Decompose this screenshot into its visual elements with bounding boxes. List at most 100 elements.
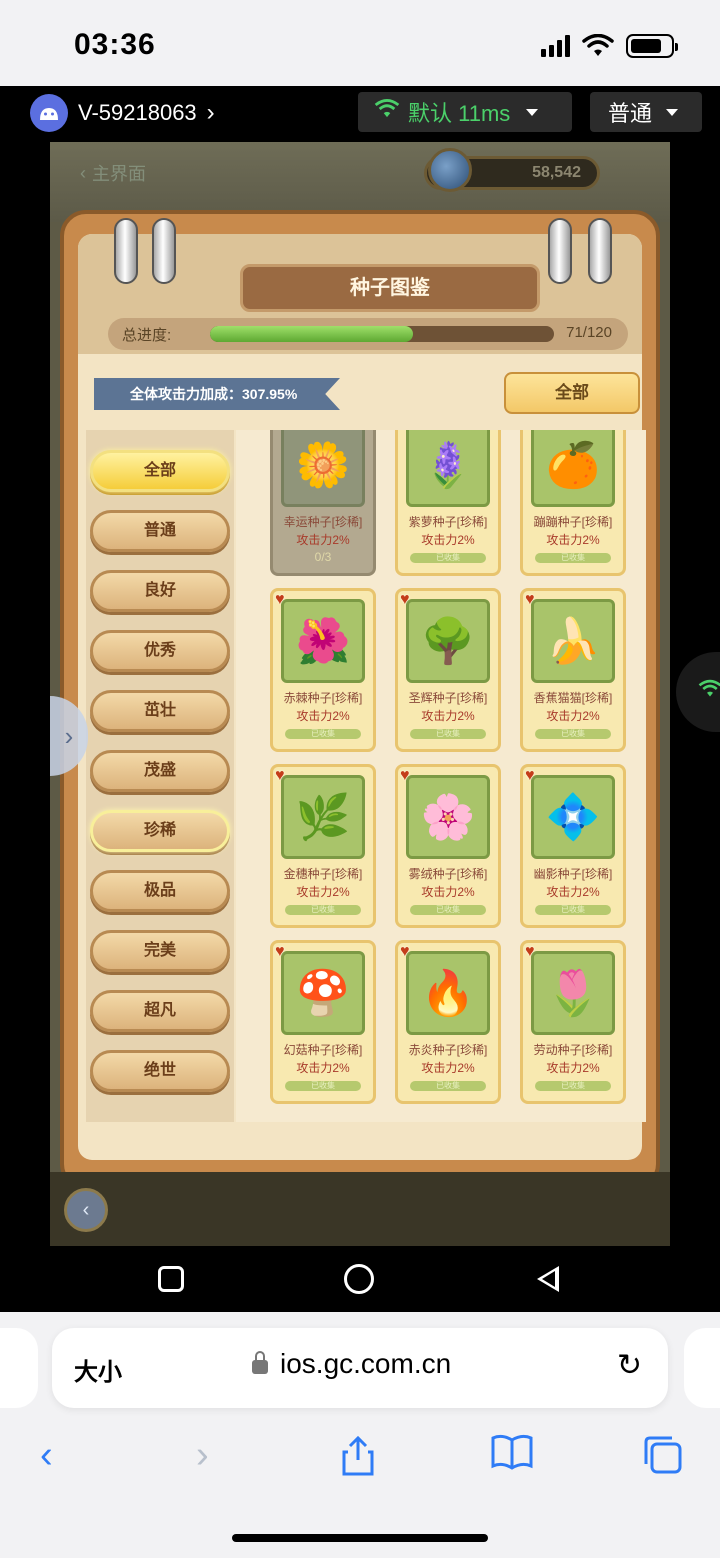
bookmarks-icon[interactable] xyxy=(490,1434,534,1480)
category-button[interactable]: 优秀 xyxy=(90,630,230,672)
category-button[interactable]: 茁壮 xyxy=(90,690,230,732)
seed-card[interactable]: 🌳 ♥ 圣辉种子[珍稀] 攻击力2% 已收集 xyxy=(395,588,501,752)
category-button[interactable]: 完美 xyxy=(90,930,230,972)
dropdown-caret-icon xyxy=(526,108,539,116)
quality-selector[interactable]: 普通 xyxy=(590,92,702,132)
progress-label: 总进度: xyxy=(122,327,172,344)
panel-header: 种子图鉴 总进度: 71/120 xyxy=(78,218,642,354)
floating-network-icon[interactable] xyxy=(676,652,720,732)
category-button[interactable]: 极品 xyxy=(90,870,230,912)
seed-status-tag: 已收集 xyxy=(535,729,611,739)
seed-card[interactable]: 🌿 ♥ 金穗种子[珍稀] 攻击力2% 已收集 xyxy=(270,764,376,928)
recents-button[interactable] xyxy=(158,1266,184,1292)
next-tab-preview[interactable] xyxy=(684,1328,720,1408)
back-arrow-icon[interactable]: ‹ xyxy=(40,1434,53,1477)
seed-name: 蹦蹦种子[珍稀] xyxy=(533,515,613,529)
seed-name: 圣辉种子[珍稀] xyxy=(408,691,488,705)
safari-toolbar: ‹ › xyxy=(0,1428,720,1488)
seed-grid[interactable]: 🌼幸运种子[珍稀]攻击力2%0/3🪻♥紫萝种子[珍稀]攻击力2%已收集🍊♥蹦蹦种… xyxy=(236,430,646,1122)
seed-name: 金穗种子[珍稀] xyxy=(283,867,363,881)
heart-icon: ♥ xyxy=(400,430,420,433)
safari-bottom-bar: 大小 ios.gc.com.cn ↻ ‹ › xyxy=(0,1312,720,1558)
address-bar[interactable]: 大小 ios.gc.com.cn ↻ xyxy=(52,1328,668,1408)
heart-icon: ♥ xyxy=(525,591,535,608)
seed-catalog-panel: 种子图鉴 总进度: 71/120 全体攻击力加成：307.95% 全部 全部普通… xyxy=(60,210,660,1246)
seed-stat: 攻击力2% xyxy=(546,709,600,723)
seed-card[interactable]: 🍊♥ 蹦蹦种子[珍稀] 攻击力2% 已收集 xyxy=(520,430,626,576)
heart-icon: ♥ xyxy=(525,943,535,960)
filter-all-button[interactable]: 全部 xyxy=(504,372,640,414)
seed-card[interactable]: 🌺 ♥ 赤棘种子[珍稀] 攻击力2% 已收集 xyxy=(270,588,376,752)
back-button[interactable] xyxy=(537,1266,559,1292)
seed-card[interactable]: 🌸 ♥ 雾绒种子[珍稀] 攻击力2% 已收集 xyxy=(395,764,501,928)
category-button[interactable]: 珍稀 xyxy=(90,810,230,852)
seed-stat: 攻击力2% xyxy=(421,1061,475,1075)
seed-card[interactable]: 🍌 ♥ 香蕉猫猫[珍稀] 攻击力2% 已收集 xyxy=(520,588,626,752)
seed-art: 🌼 xyxy=(281,430,365,507)
back-to-main-link[interactable]: ‹ 主界面 xyxy=(80,160,146,186)
seed-stat: 攻击力2% xyxy=(546,885,600,899)
seed-stat: 攻击力2% xyxy=(421,709,475,723)
binder-ring-icon xyxy=(588,218,612,284)
seed-card[interactable]: 🌼 幸运种子[珍稀] 攻击力2% 0/3 xyxy=(270,430,376,576)
reload-icon[interactable]: ↻ xyxy=(617,1348,642,1383)
panel-title: 种子图鉴 xyxy=(240,264,540,312)
cloud-phone-bar: V-59218063 › 默认 11ms 普通 xyxy=(0,86,720,142)
seed-status-tag: 已收集 xyxy=(410,729,486,739)
seed-art: 🌺 xyxy=(281,599,365,683)
seed-art: 🌸 xyxy=(406,775,490,859)
device-selector[interactable]: V-59218063 › xyxy=(30,94,215,132)
forward-arrow-icon[interactable]: › xyxy=(196,1434,209,1477)
status-time: 03:36 xyxy=(74,28,156,61)
game-bottom-bar: ‹ xyxy=(50,1172,670,1246)
text-size-button[interactable]: 大小 xyxy=(74,1352,122,1387)
seed-stat: 攻击力2% xyxy=(546,533,600,547)
seed-status-tag: 已收集 xyxy=(285,905,361,915)
status-icons xyxy=(541,34,678,58)
attack-bonus-banner: 全体攻击力加成：307.95% xyxy=(94,378,340,410)
category-button[interactable]: 普通 xyxy=(90,510,230,552)
category-button[interactable]: 绝世 xyxy=(90,1050,230,1092)
seed-name: 赤棘种子[珍稀] xyxy=(283,691,363,705)
seed-stat: 攻击力2% xyxy=(421,533,475,547)
seed-card[interactable]: 💠 ♥ 幽影种子[珍稀] 攻击力2% 已收集 xyxy=(520,764,626,928)
heart-icon: ♥ xyxy=(525,430,545,433)
heart-icon: ♥ xyxy=(400,591,410,608)
heart-icon: ♥ xyxy=(525,767,535,784)
seed-stat: 攻击力2% xyxy=(296,1061,350,1075)
progress-fill xyxy=(210,326,413,342)
binder-ring-icon xyxy=(114,218,138,284)
heart-icon: ♥ xyxy=(275,591,285,608)
compass-icon[interactable]: ‹ xyxy=(64,1188,108,1232)
seed-card[interactable]: 🌷 ♥ 劳动种子[珍稀] 攻击力2% 已收集 xyxy=(520,940,626,1104)
binder-ring-icon xyxy=(152,218,176,284)
network-selector[interactable]: 默认 11ms xyxy=(358,92,572,132)
seed-card[interactable]: 🍄 ♥ 幻菇种子[珍稀] 攻击力2% 已收集 xyxy=(270,940,376,1104)
seed-status-tag: 已收集 xyxy=(285,1081,361,1091)
progress-track xyxy=(210,326,554,342)
url-display[interactable]: ios.gc.com.cn xyxy=(252,1348,451,1380)
seed-status-tag: 已收集 xyxy=(410,905,486,915)
seed-art: 🍊 xyxy=(531,430,615,507)
seed-status-tag: 已收集 xyxy=(285,729,361,739)
category-button[interactable]: 茂盛 xyxy=(90,750,230,792)
seed-card[interactable]: 🔥 ♥ 赤炎种子[珍稀] 攻击力2% 已收集 xyxy=(395,940,501,1104)
share-icon[interactable] xyxy=(340,1434,376,1486)
seed-card[interactable]: 🪻♥ 紫萝种子[珍稀] 攻击力2% 已收集 xyxy=(395,430,501,576)
seed-art: 🪻 xyxy=(406,430,490,507)
cellular-signal-icon xyxy=(541,35,570,57)
game-viewport[interactable]: ‹ 主界面 58,542 种子图鉴 总进度: 71/120 全体攻击力加成：30… xyxy=(50,142,670,1246)
category-button[interactable]: 超凡 xyxy=(90,990,230,1032)
category-button[interactable]: 全部 xyxy=(90,450,230,492)
binder-ring-icon xyxy=(548,218,572,284)
home-button[interactable] xyxy=(344,1264,374,1294)
previous-tab-preview[interactable] xyxy=(0,1328,38,1408)
tabs-icon[interactable] xyxy=(642,1434,684,1486)
seed-name: 幻菇种子[珍稀] xyxy=(283,1043,363,1057)
seed-art: 🌳 xyxy=(406,599,490,683)
category-button[interactable]: 良好 xyxy=(90,570,230,612)
url-text: ios.gc.com.cn xyxy=(280,1348,452,1379)
back-label: 主界面 xyxy=(92,164,146,184)
seed-art: 🔥 xyxy=(406,951,490,1035)
seed-art: 💠 xyxy=(531,775,615,859)
